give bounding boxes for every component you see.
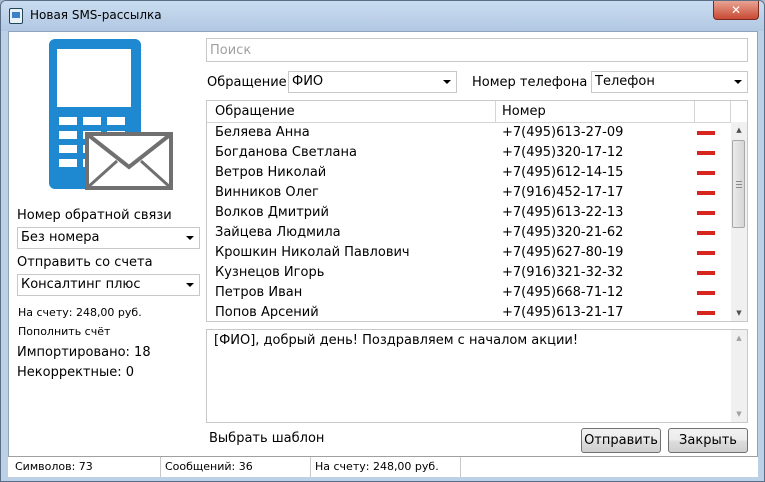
chevron-down-icon: [443, 80, 451, 84]
search-input[interactable]: [206, 38, 748, 62]
scroll-thumb[interactable]: [732, 140, 745, 228]
scroll-up-icon[interactable]: ▲: [731, 122, 747, 138]
close-button[interactable]: Закрыть: [668, 428, 748, 453]
row-phone: +7(916)321-32-32: [502, 265, 624, 280]
phone-select[interactable]: Телефон: [591, 71, 748, 93]
row-phone: +7(495)613-22-13: [502, 205, 624, 220]
minus-icon[interactable]: [697, 151, 715, 155]
callback-select-value: Без номера: [21, 230, 100, 245]
invalid-count: Некорректные: 0: [17, 365, 135, 380]
scroll-up-icon[interactable]: ▲: [731, 330, 747, 346]
row-phone: +7(495)320-17-12: [502, 145, 624, 160]
table-row[interactable]: Петров Иван +7(495)668-71-12: [207, 283, 731, 303]
greeting-select-value: ФИО: [292, 74, 324, 89]
table-row[interactable]: Ветров Николай +7(495)612-14-15: [207, 163, 731, 183]
topup-link[interactable]: Пополнить счёт: [18, 325, 110, 338]
minus-icon[interactable]: [697, 211, 715, 215]
grid-header: Обращение Номер: [207, 101, 747, 123]
recipients-grid: Обращение Номер Беляева Анна +7(495)613-…: [206, 100, 748, 322]
column-header-greeting[interactable]: Обращение: [215, 104, 295, 119]
phone-envelope-icon: [49, 39, 173, 190]
row-phone: +7(495)668-71-12: [502, 285, 624, 300]
client-area: Номер обратной связи Без номера Отправит…: [8, 31, 758, 477]
row-name: Крошкин Николай Павлович: [215, 245, 410, 260]
callback-label: Номер обратной связи: [17, 208, 172, 223]
status-chars: Символов: 73: [15, 460, 93, 473]
row-phone: +7(495)627-80-19: [502, 245, 624, 260]
choose-template-link[interactable]: Выбрать шаблон: [209, 431, 324, 446]
greeting-select[interactable]: ФИО: [288, 71, 457, 93]
minus-icon[interactable]: [697, 231, 715, 235]
minus-icon[interactable]: [697, 131, 715, 135]
table-row[interactable]: Крошкин Николай Павлович +7(495)627-80-1…: [207, 243, 731, 263]
minus-icon[interactable]: [697, 171, 715, 175]
minus-icon[interactable]: [697, 291, 715, 295]
row-phone: +7(495)612-14-15: [502, 165, 624, 180]
phone-label: Номер телефона: [472, 75, 588, 90]
row-phone: +7(916)452-17-17: [502, 185, 624, 200]
row-name: Попов Арсений: [215, 305, 319, 320]
table-row[interactable]: Беляева Анна +7(495)613-27-09: [207, 123, 731, 143]
phone-select-value: Телефон: [595, 74, 655, 89]
minus-icon[interactable]: [697, 251, 715, 255]
row-phone: +7(495)613-21-17: [502, 305, 624, 320]
status-messages: Сообщений: 36: [165, 460, 253, 473]
chevron-down-icon: [734, 80, 742, 84]
message-text: [ФИО], добрый день! Поздравляем с начало…: [214, 333, 579, 348]
row-name: Богданова Светлана: [215, 145, 357, 160]
send-from-select[interactable]: Консалтинг плюс: [17, 274, 200, 296]
row-name: Зайцева Людмила: [215, 225, 341, 240]
column-header-phone[interactable]: Номер: [502, 104, 546, 119]
message-textarea[interactable]: [ФИО], добрый день! Поздравляем с начало…: [206, 329, 748, 423]
status-bar: Символов: 73 Сообщений: 36 На счету: 248…: [8, 456, 758, 477]
send-button[interactable]: Отправить: [581, 428, 661, 453]
chevron-down-icon: [186, 283, 194, 287]
app-icon: [9, 8, 23, 24]
table-row[interactable]: Кузнецов Игорь +7(916)321-32-32: [207, 263, 731, 283]
close-window-button[interactable]: ✕: [713, 1, 759, 20]
table-row[interactable]: Попов Арсений +7(495)613-21-17: [207, 303, 731, 321]
status-balance: На счету: 248,00 руб.: [315, 460, 439, 473]
row-phone: +7(495)613-27-09: [502, 125, 624, 140]
title-bar[interactable]: Новая SMS-рассылка ✕: [1, 1, 764, 31]
message-scrollbar[interactable]: ▲ ▼: [731, 330, 747, 422]
send-from-label: Отправить со счета: [17, 255, 153, 270]
balance-text: На счету: 248,00 руб.: [18, 306, 142, 319]
row-name: Ветров Николай: [215, 165, 327, 180]
minus-icon[interactable]: [697, 271, 715, 275]
table-row[interactable]: Богданова Светлана +7(495)320-17-12: [207, 143, 731, 163]
row-phone: +7(495)320-21-62: [502, 225, 624, 240]
minus-icon[interactable]: [697, 191, 715, 195]
imported-count: Импортировано: 18: [17, 345, 151, 360]
table-row[interactable]: Волков Дмитрий +7(495)613-22-13: [207, 203, 731, 223]
send-from-select-value: Консалтинг плюс: [21, 277, 141, 292]
row-name: Волков Дмитрий: [215, 205, 329, 220]
table-row[interactable]: Винников Олег +7(916)452-17-17: [207, 183, 731, 203]
grid-scrollbar[interactable]: ▲ ▼: [731, 122, 747, 321]
greeting-label: Обращение: [207, 75, 287, 90]
row-name: Винников Олег: [215, 185, 319, 200]
scroll-down-icon[interactable]: ▼: [731, 305, 747, 321]
sms-window: Новая SMS-рассылка ✕ Номер обратной связ…: [0, 0, 765, 482]
row-name: Беляева Анна: [215, 125, 310, 140]
scroll-down-icon[interactable]: ▼: [731, 406, 747, 422]
minus-icon[interactable]: [697, 311, 715, 315]
chevron-down-icon: [186, 236, 194, 240]
row-name: Петров Иван: [215, 285, 303, 300]
window-title: Новая SMS-рассылка: [30, 8, 162, 22]
row-name: Кузнецов Игорь: [215, 265, 325, 280]
callback-select[interactable]: Без номера: [17, 227, 200, 249]
table-row[interactable]: Зайцева Людмила +7(495)320-21-62: [207, 223, 731, 243]
